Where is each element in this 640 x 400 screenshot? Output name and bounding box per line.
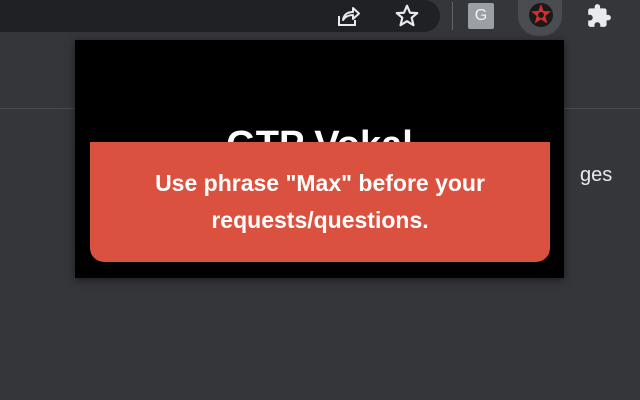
browser-toolbar: G	[0, 0, 640, 40]
extension-popup: GTP Vokal Use phrase "Max" before your r…	[75, 40, 564, 278]
toolbar-divider	[452, 2, 453, 30]
g-extension-icon[interactable]: G	[468, 3, 494, 29]
background-page-text: ges	[580, 164, 613, 186]
address-bar[interactable]	[0, 0, 440, 32]
g-extension-label: G	[474, 7, 488, 24]
share-icon[interactable]	[332, 0, 364, 32]
instruction-banner: Use phrase "Max" before your requests/qu…	[90, 142, 550, 262]
instruction-text: Use phrase "Max" before your requests/qu…	[155, 170, 485, 233]
gtp-vokal-logo-icon[interactable]	[527, 1, 555, 29]
puzzle-icon[interactable]	[583, 0, 615, 32]
star-icon[interactable]	[391, 0, 423, 32]
